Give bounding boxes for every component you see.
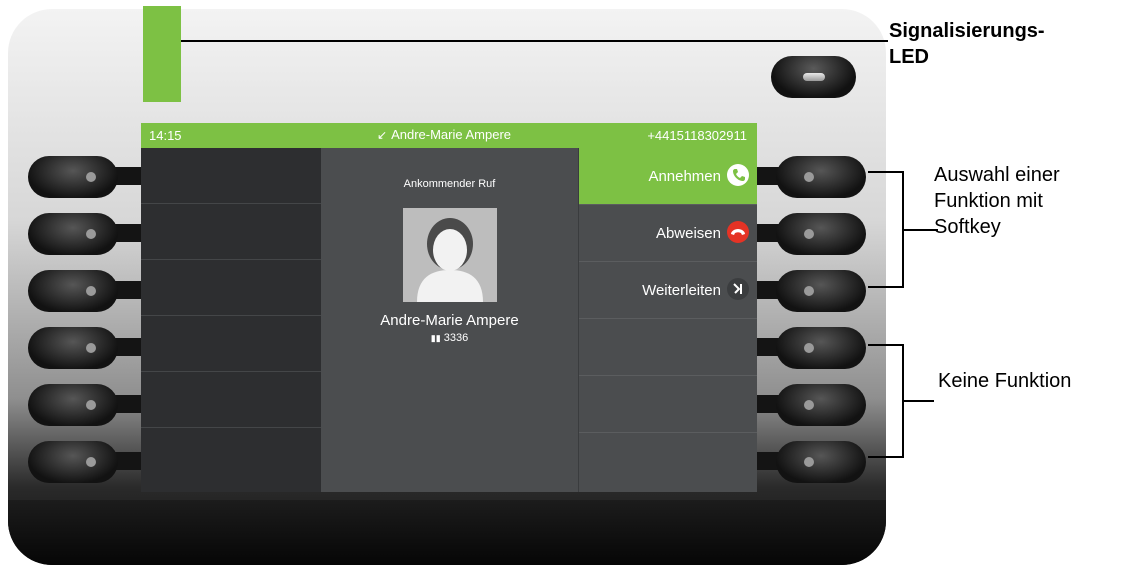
left-key-5[interactable]	[28, 384, 118, 426]
led-annotation: Signalisierungs- LED	[889, 18, 1045, 70]
led-lamp	[803, 73, 825, 81]
phone-display: 14:15 ↙ Andre-Marie Ampere +4415118302911…	[141, 123, 757, 492]
right-key-4[interactable]	[776, 327, 866, 369]
phone-base	[8, 500, 886, 565]
right-key-6[interactable]	[776, 441, 866, 483]
reject-phone-icon	[727, 221, 749, 243]
softkey-empty	[579, 319, 757, 376]
forward-icon	[727, 278, 749, 300]
no-function-annotation: Keine Funktion	[938, 370, 1072, 392]
key-dot	[804, 172, 814, 182]
caller-extension: ▮▮ 3336	[321, 332, 578, 344]
key-dot	[86, 172, 96, 182]
key-dot	[804, 229, 814, 239]
left-key-labels	[141, 148, 321, 492]
signal-led	[143, 6, 181, 102]
left-key-label-slot	[141, 372, 321, 428]
left-key-label-slot	[141, 260, 321, 316]
softkey-reject[interactable]: Abweisen	[579, 205, 757, 262]
right-key-5[interactable]	[776, 384, 866, 426]
extension-icon: ▮▮	[430, 333, 441, 343]
key-dot	[86, 343, 96, 353]
softkey-annotation-line-2: Funktion mit	[934, 190, 1043, 212]
softkey-empty	[579, 376, 757, 433]
key-dot	[86, 400, 96, 410]
left-key-6[interactable]	[28, 441, 118, 483]
left-key-2[interactable]	[28, 213, 118, 255]
key-dot	[86, 457, 96, 467]
led-button[interactable]	[771, 56, 856, 98]
status-bar: 14:15 ↙ Andre-Marie Ampere +4415118302911	[141, 123, 757, 148]
caller-name: Andre-Marie Ampere	[380, 312, 519, 329]
bracket-line	[868, 171, 904, 173]
avatar	[403, 208, 497, 302]
softkey-forward-label: Weiterleiten	[642, 282, 721, 299]
person-silhouette-icon	[417, 218, 483, 302]
softkey-answer[interactable]: Annehmen	[579, 148, 757, 205]
key-dot	[804, 400, 814, 410]
bracket-line	[902, 229, 938, 231]
bracket-line	[868, 286, 904, 288]
left-key-label-slot	[141, 428, 321, 484]
left-key-label-slot	[141, 204, 321, 260]
status-time: 14:15	[149, 128, 182, 143]
softkey-annotation-line-1: Auswahl einer	[934, 164, 1060, 186]
softkey-3-button[interactable]	[776, 270, 866, 312]
status-number: +4415118302911	[647, 128, 747, 143]
bracket-line	[868, 456, 904, 458]
left-key-1[interactable]	[28, 156, 118, 198]
softkey-empty	[579, 433, 757, 490]
key-dot	[804, 286, 814, 296]
left-key-3[interactable]	[28, 270, 118, 312]
incoming-call-icon: ↙	[377, 128, 388, 142]
softkey-2-button[interactable]	[776, 213, 866, 255]
softkey-1-button[interactable]	[776, 156, 866, 198]
bracket-line	[902, 400, 934, 402]
answer-phone-icon	[727, 164, 749, 186]
status-caller: ↙ Andre-Marie Ampere	[377, 127, 511, 142]
softkey-forward[interactable]: Weiterleiten	[579, 262, 757, 319]
extension-number: 3336	[443, 332, 469, 344]
led-annotation-line-1: Signalisierungs-	[889, 20, 1045, 42]
status-caller-name: Andre-Marie Ampere	[391, 127, 512, 142]
call-panel: Ankommender Ruf Andre-Marie Ampere ▮▮ 33…	[321, 148, 578, 492]
bracket-line	[868, 344, 904, 346]
softkey-reject-label: Abweisen	[655, 225, 721, 242]
key-dot	[804, 457, 814, 467]
key-dot	[86, 286, 96, 296]
key-dot	[86, 229, 96, 239]
softkey-annotation-line-3: Softkey	[934, 216, 1001, 238]
left-key-label-slot	[141, 148, 321, 204]
key-dot	[804, 343, 814, 353]
softkey-answer-label: Annehmen	[648, 168, 721, 185]
incoming-call-heading: Ankommender Ruf	[403, 178, 496, 190]
softkey-annotation: Auswahl einer Funktion mit Softkey	[934, 162, 1060, 240]
left-key-label-slot	[141, 316, 321, 372]
led-pointer-line	[181, 40, 888, 42]
led-annotation-line-2: LED	[889, 46, 929, 68]
softkey-panel: Annehmen Abweisen Weiterleiten	[578, 148, 757, 492]
left-key-4[interactable]	[28, 327, 118, 369]
